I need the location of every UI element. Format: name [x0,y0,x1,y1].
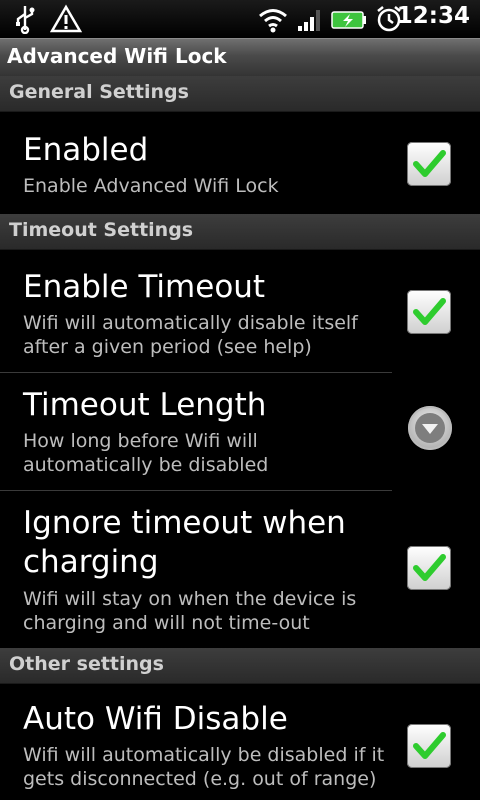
enable-timeout-checkbox[interactable] [407,290,451,334]
category-timeout-settings: Timeout Settings [0,214,480,250]
checkmark-icon [413,150,446,177]
pref-summary: Wifi will automatically disable itself a… [23,312,358,358]
category-other-settings: Other settings [0,648,480,684]
checkmark-icon [413,554,446,581]
pref-title: Enabled [23,132,149,168]
pref-enabled[interactable]: Enabled Enable Advanced Wifi Lock [0,112,480,214]
checkmark-icon [413,298,446,325]
wifi-icon [259,9,287,33]
pref-title: Enable Timeout [23,269,266,305]
usb-icon [16,6,35,34]
ignore-timeout-charging-checkbox[interactable] [407,546,451,590]
category-label: Other settings [9,653,164,675]
pref-title: Timeout Length [23,387,267,423]
category-label: Timeout Settings [9,219,194,241]
title-bar: Advanced Wifi Lock [0,38,480,76]
auto-wifi-disable-checkbox[interactable] [407,724,451,768]
category-label: General Settings [9,81,189,103]
pref-title: Ignore timeout when charging [23,505,346,580]
signal-icon [298,10,320,31]
checkmark-icon [413,732,446,759]
enabled-checkbox[interactable] [407,142,451,186]
pref-summary: Wifi will automatically be disabled if i… [23,744,385,790]
pref-auto-wifi-disable[interactable]: Auto Wifi Disable Wifi will automaticall… [0,684,480,800]
page-title: Advanced Wifi Lock [7,44,227,68]
warning-icon [50,4,82,33]
pref-timeout-length[interactable]: Timeout Length How long before Wifi will… [0,373,480,490]
category-general-settings: General Settings [0,76,480,112]
timeout-length-dropdown[interactable] [408,406,452,450]
pref-ignore-timeout-charging[interactable]: Ignore timeout when charging Wifi will s… [0,491,480,648]
status-clock: 12:34 [396,3,470,29]
chevron-down-icon [415,413,445,443]
status-bar: 12:34 [0,0,480,38]
battery-charging-icon [331,11,366,29]
pref-summary: Wifi will stay on when the device is cha… [23,588,357,634]
pref-summary: How long before Wifi will automatically … [23,430,269,476]
pref-summary: Enable Advanced Wifi Lock [23,175,279,197]
pref-title: Auto Wifi Disable [23,701,288,737]
pref-enable-timeout[interactable]: Enable Timeout Wifi will automatically d… [0,250,480,372]
